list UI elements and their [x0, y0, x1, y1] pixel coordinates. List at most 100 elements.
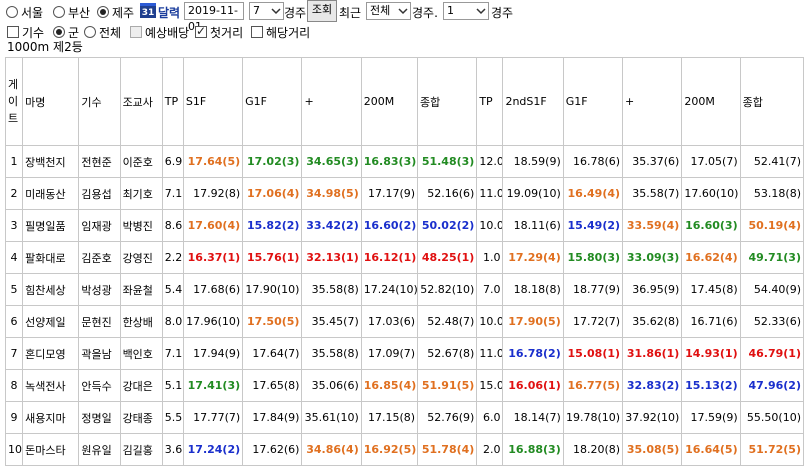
cell-g1f2: 16.78(6)	[562, 145, 624, 178]
cell-s1f: 17.41(3)	[182, 369, 244, 402]
cell-tp: 7.1	[161, 337, 184, 370]
cell-s1f: 17.96(10)	[182, 305, 244, 338]
cell-trainer: 김길홍	[119, 433, 163, 466]
table-row: 1 장백천지 전현준 이준호 6.9 17.64(5) 17.02(3) 34.65(3) 16…	[4, 145, 805, 178]
cell-m200: 16.12(1)	[360, 241, 419, 274]
region-radio-seoul[interactable]	[6, 6, 18, 18]
first-distance-checkbox[interactable]	[195, 24, 207, 38]
region-label-jeju: 제주	[112, 6, 135, 20]
cell-total: 52.67(8)	[417, 337, 478, 370]
cell-m2002: 16.71(6)	[681, 305, 741, 338]
rider-type-radio-gun[interactable]	[53, 26, 65, 38]
region-radio-busan[interactable]	[53, 6, 65, 18]
cell-jockey: 정명일	[78, 401, 121, 434]
cell-jockey: 안득수	[78, 369, 121, 402]
cell-m2002: 16.64(5)	[681, 433, 741, 466]
cell-total: 52.48(7)	[417, 305, 478, 338]
cell-s1f2: 19.09(10)	[502, 177, 564, 210]
header-200m: 200M	[360, 57, 419, 146]
cell-gate: 5	[4, 273, 24, 306]
cell-g1f: 17.02(3)	[242, 145, 303, 178]
cell-jockey: 곽을남	[78, 337, 121, 370]
cell-plus: 35.58(8)	[301, 337, 362, 370]
cell-tp2: 10.0	[476, 209, 504, 242]
cell-gate: 6	[4, 305, 24, 338]
cell-plus: 35.61(10)	[301, 401, 362, 434]
cell-total2: 54.40(9)	[739, 273, 805, 306]
cell-tp2: 11.0	[476, 177, 504, 210]
cell-plus: 34.98(5)	[301, 177, 362, 210]
date-input[interactable]: 2019-11-01	[184, 2, 244, 33]
cell-g1f2: 18.77(9)	[562, 273, 624, 306]
cell-s1f2: 18.18(8)	[502, 273, 564, 306]
cell-m2002: 17.60(10)	[681, 177, 741, 210]
cell-plus: 35.58(8)	[301, 273, 362, 306]
cell-s1f2: 16.88(3)	[502, 433, 564, 466]
cell-g1f: 15.76(1)	[242, 241, 303, 274]
cell-total2: 51.72(5)	[739, 433, 805, 466]
chevron-down-icon	[271, 8, 281, 15]
count-select[interactable]: 1	[443, 2, 489, 20]
header-plus: +	[301, 57, 362, 146]
cell-total: 48.25(1)	[417, 241, 478, 274]
cell-g1f2: 16.77(5)	[562, 369, 624, 402]
cell-plus2: 36.95(9)	[622, 273, 683, 306]
header-horse: 마명	[22, 57, 80, 146]
first-distance-label: 첫거리	[210, 26, 244, 40]
cell-plus: 33.42(2)	[301, 209, 362, 242]
cell-trainer: 강태종	[119, 401, 163, 434]
cell-m200: 16.85(4)	[360, 369, 419, 402]
cell-g1f: 17.06(4)	[242, 177, 303, 210]
query-button[interactable]: 조회	[307, 0, 337, 22]
cell-total2: 53.18(8)	[739, 177, 805, 210]
rider-type-radio-all[interactable]	[84, 26, 96, 38]
race-number-select[interactable]: 7	[249, 2, 284, 20]
cell-jockey: 김용섭	[78, 177, 121, 210]
table-row: 10 돈마스타 원유일 김길홍 3.6 17.24(2) 17.62(6) 34.86(4) 1…	[4, 433, 805, 466]
cell-plus: 34.65(3)	[301, 145, 362, 178]
header-jockey: 기수	[78, 57, 121, 146]
cell-gate: 3	[4, 209, 24, 242]
cell-horse-name: 미래동산	[22, 177, 80, 210]
cell-g1f: 17.90(10)	[242, 273, 303, 306]
cell-m2002: 15.13(2)	[681, 369, 741, 402]
cell-m2002: 17.59(9)	[681, 401, 741, 434]
cell-total2: 47.96(2)	[739, 369, 805, 402]
cell-gate: 4	[4, 241, 24, 274]
cell-trainer: 최기호	[119, 177, 163, 210]
recent-select[interactable]: 전체	[366, 2, 411, 20]
cell-total2: 52.33(6)	[739, 305, 805, 338]
cell-horse-name: 녹색전사	[22, 369, 80, 402]
cell-trainer: 강영진	[119, 241, 163, 274]
region-radio-jeju[interactable]	[97, 6, 109, 18]
cell-jockey: 임재광	[78, 209, 121, 242]
cell-horse-name: 돈마스타	[22, 433, 80, 466]
cell-tp2: 12.0	[476, 145, 504, 178]
cell-m200: 16.60(2)	[360, 209, 419, 242]
cell-total2: 52.41(7)	[739, 145, 805, 178]
cell-m200: 17.17(9)	[360, 177, 419, 210]
predicted-odds-checkbox[interactable]	[130, 26, 142, 38]
calendar-icon[interactable]: 31	[140, 3, 156, 18]
cell-horse-name: 선양제일	[22, 305, 80, 338]
cell-tp: 8.6	[161, 209, 184, 242]
same-distance-checkbox[interactable]	[251, 26, 263, 38]
cell-g1f2: 16.49(4)	[562, 177, 624, 210]
cell-plus: 35.45(7)	[301, 305, 362, 338]
cell-tp2: 15.0	[476, 369, 504, 402]
calendar-label[interactable]: 달력	[158, 4, 180, 21]
recent-label: 최근	[339, 6, 362, 20]
cell-plus2: 31.86(1)	[622, 337, 683, 370]
rider-type-checkbox[interactable]	[7, 26, 19, 38]
cell-trainer: 좌윤철	[119, 273, 163, 306]
cell-g1f2: 17.72(7)	[562, 305, 624, 338]
table-row: 8 녹색전사 안득수 강대은 5.1 17.41(3) 17.65(8) 35.06(6) 16…	[4, 369, 805, 402]
cell-total2: 50.19(4)	[739, 209, 805, 242]
cell-trainer: 백인호	[119, 337, 163, 370]
cell-plus2: 35.58(7)	[622, 177, 683, 210]
cell-total: 52.76(9)	[417, 401, 478, 434]
cell-plus: 35.06(6)	[301, 369, 362, 402]
cell-gate: 2	[4, 177, 24, 210]
cell-s1f: 17.77(7)	[182, 401, 244, 434]
cell-g1f2: 15.49(2)	[562, 209, 624, 242]
